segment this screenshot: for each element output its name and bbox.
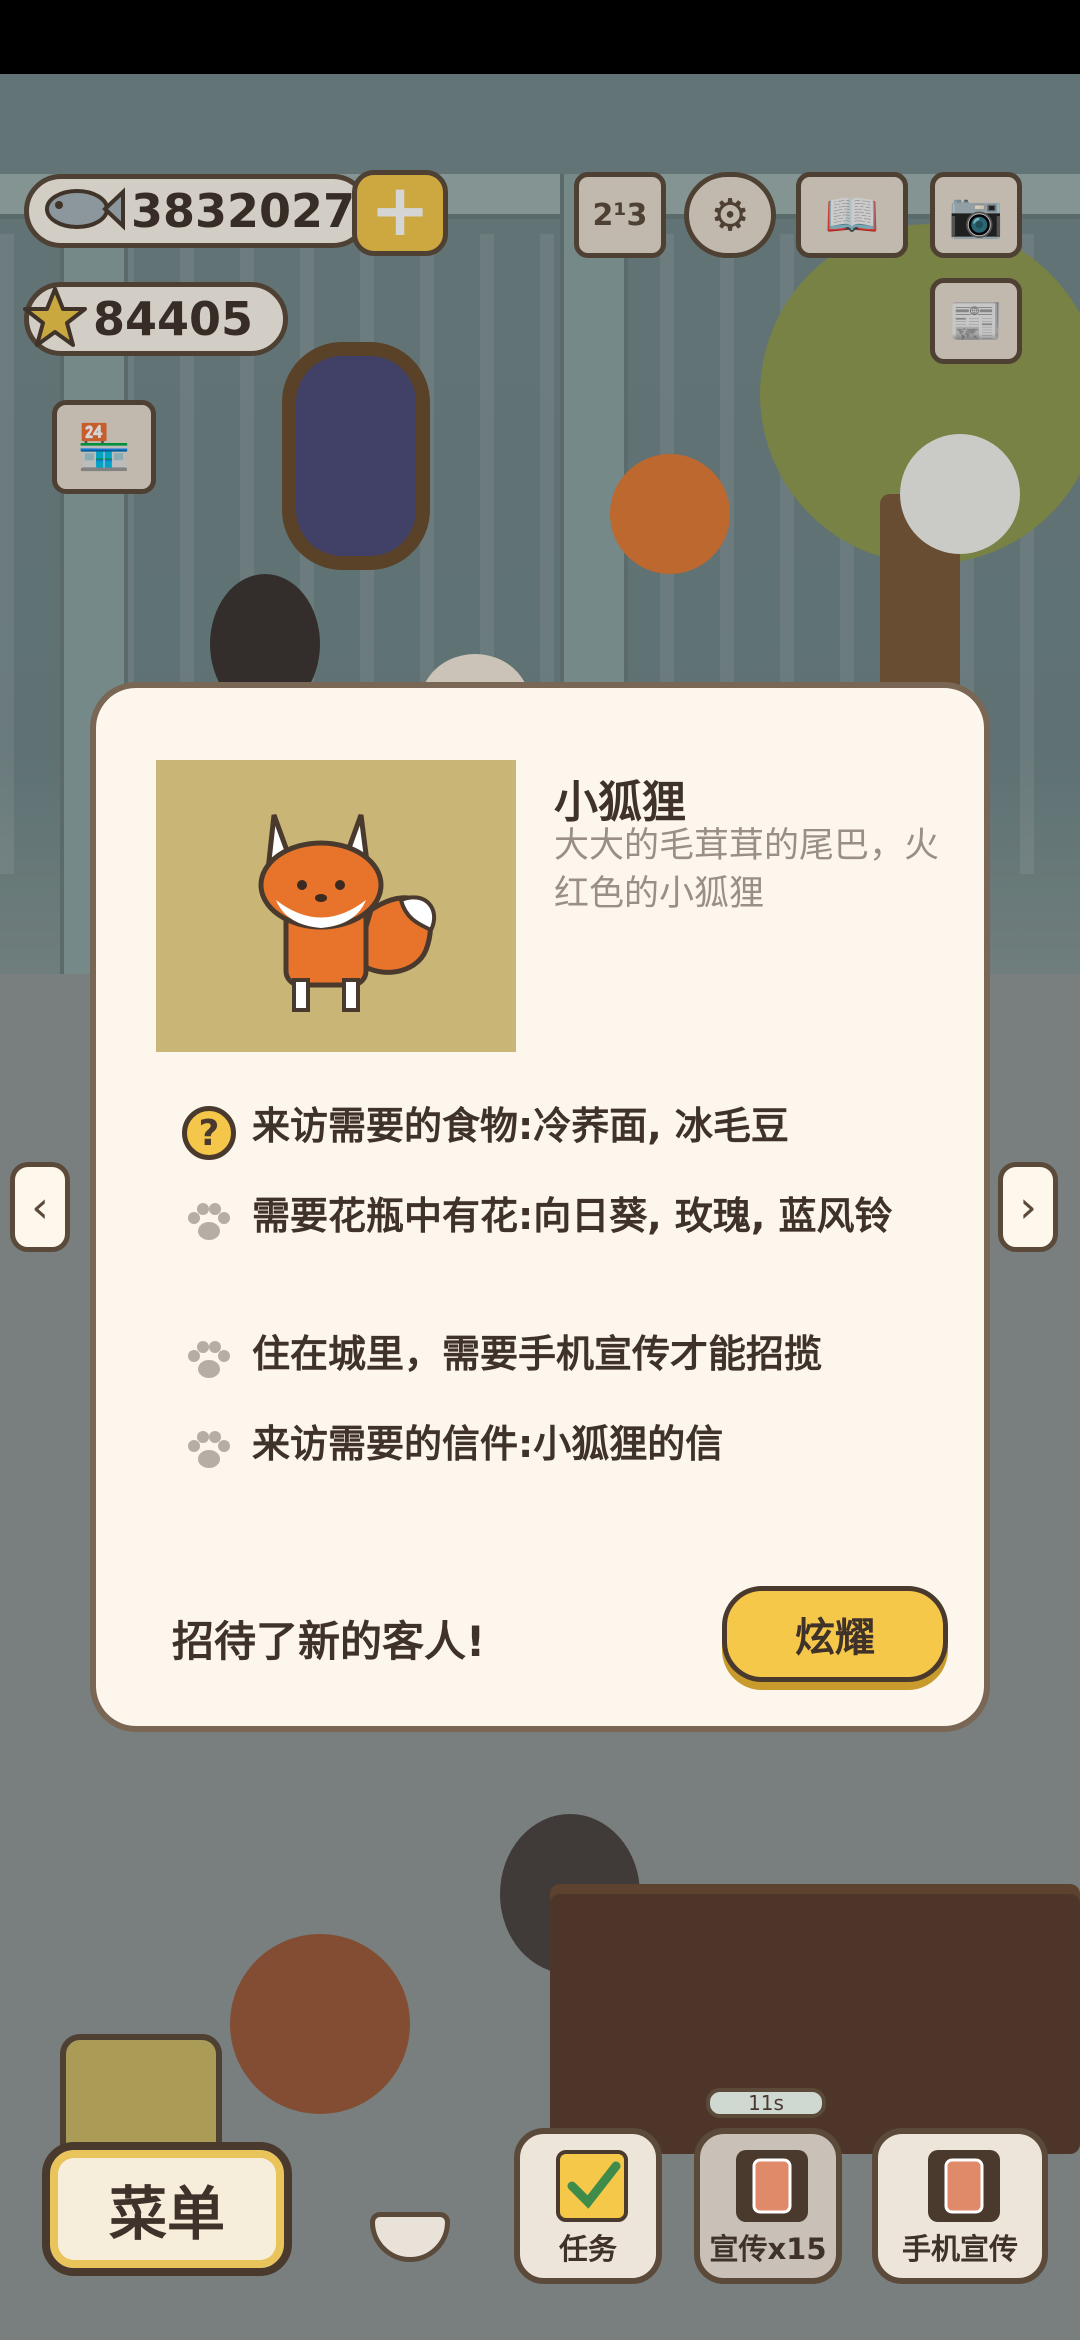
requirement-item: 需要花瓶中有花:向日葵, 玫瑰, 蓝风铃 [180, 1194, 942, 1252]
promo-timer: 11s [706, 2088, 826, 2118]
requirement-item: ? 来访需要的食物:冷荞面, 冰毛豆 [180, 1104, 942, 1162]
requirement-text: 来访需要的食物:冷荞面, 冰毛豆 [252, 1104, 789, 1148]
question-icon: ? [182, 1106, 236, 1160]
new-guest-dialog: 小狐狸 大大的毛茸茸的尾巴，火红色的小狐狸 ? 来访需要的食物:冷荞面, 冰毛豆… [90, 682, 990, 1732]
guest-description: 大大的毛茸茸的尾巴，火红色的小狐狸 [554, 826, 940, 914]
phone-promo-label: 手机宣传 [901, 2232, 1018, 2266]
paw-icon [188, 1341, 230, 1378]
chevron-right-icon: › [1019, 1181, 1037, 1233]
tasks-label: 任务 [558, 2232, 617, 2266]
status-bar [0, 0, 1080, 74]
promo-label: 宣传x15 [709, 2232, 827, 2266]
menu-button[interactable]: 菜单 [42, 2142, 292, 2276]
guest-portrait [156, 760, 516, 1052]
phone-promo-button[interactable]: 手机宣传 [872, 2128, 1048, 2284]
welcome-message: 招待了新的客人! [172, 1617, 486, 1666]
checklist-icon [556, 2150, 628, 2222]
phone-icon [736, 2150, 808, 2222]
fox-illustration [258, 814, 437, 1012]
chevron-left-icon: ‹ [31, 1181, 49, 1233]
paw-icon [188, 1203, 230, 1240]
promo-button[interactable]: 宣传x15 [694, 2128, 842, 2284]
requirement-item: 住在城里，需要手机宣传才能招揽 [180, 1332, 942, 1390]
next-arrow-button[interactable]: › [998, 1162, 1058, 1252]
paw-icon [188, 1431, 230, 1468]
requirement-item: 来访需要的信件:小狐狸的信 [180, 1422, 942, 1480]
prev-arrow-button[interactable]: ‹ [10, 1162, 70, 1252]
requirement-text: 来访需要的信件:小狐狸的信 [252, 1422, 724, 1466]
guest-name: 小狐狸 [554, 777, 686, 828]
phone-icon [928, 2150, 1000, 2222]
show-off-button[interactable]: 炫耀 [722, 1586, 948, 1682]
tasks-button[interactable]: 任务 [514, 2128, 662, 2284]
requirement-text: 住在城里，需要手机宣传才能招揽 [252, 1332, 823, 1376]
requirement-text: 需要花瓶中有花:向日葵, 玫瑰, 蓝风铃 [252, 1194, 893, 1238]
